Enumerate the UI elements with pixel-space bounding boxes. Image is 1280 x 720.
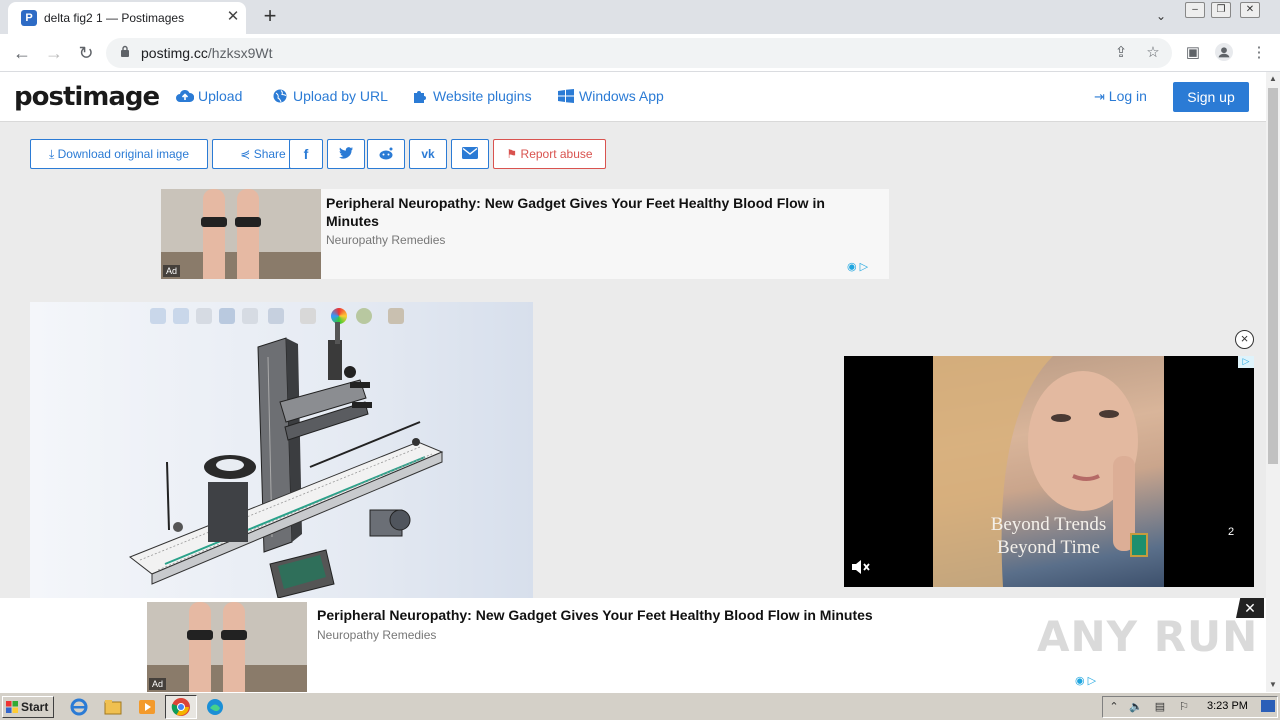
main-image[interactable]	[30, 302, 533, 602]
tab-title: delta fig2 1 — Postimages	[44, 11, 185, 25]
tab-strip: P delta fig2 1 — Postimages ✕ + ⌄ – ❐ ✕	[0, 0, 1280, 34]
adchoices-icon[interactable]: ◉ ▷	[847, 260, 868, 273]
page-scrollbar[interactable]: ▲ ▼	[1266, 72, 1280, 692]
signup-button[interactable]: Sign up	[1173, 82, 1249, 112]
system-tray: ⌃ 🔈 ▤ ⚐ 3:23 PM	[1102, 696, 1278, 718]
edge-icon[interactable]	[204, 697, 226, 717]
video-ad-model-image: Beyond Trends Beyond Time	[933, 356, 1164, 587]
chrome-icon	[171, 698, 190, 716]
back-arrow-icon[interactable]: ←	[10, 41, 34, 65]
site-header: postimage Upload Upload by URL Website p…	[0, 72, 1266, 122]
video-ad-close-button[interactable]: ×	[1235, 330, 1254, 349]
vk-icon: vk	[421, 147, 435, 161]
network-icon[interactable]: ▤	[1153, 700, 1167, 714]
video-ad[interactable]: Beyond Trends Beyond Time 2	[844, 356, 1254, 587]
url-text: postimg.cc/hzksx9Wt	[141, 45, 273, 61]
bottom-ad-legs-image: Ad	[147, 602, 307, 692]
video-ad-tagline-1: Beyond Trends	[990, 514, 1107, 535]
postimage-logo[interactable]: postimage	[14, 82, 160, 112]
share-icon: ⋞	[240, 147, 251, 161]
windows-icon	[558, 89, 574, 103]
anyrun-watermark: ANY RUN	[1037, 612, 1259, 661]
sign-in-icon: ⇥	[1094, 89, 1105, 104]
twitter-icon	[339, 147, 353, 159]
browser-toolbar: ← → ↻ postimg.cc/hzksx9Wt ⇪ ☆ ▣ ⋮	[0, 34, 1280, 72]
side-panel-icon[interactable]: ▣	[1184, 44, 1202, 62]
flag-icon: ⚑	[506, 147, 518, 161]
report-abuse-button[interactable]: ⚑ Report abuse	[493, 139, 606, 169]
scrollbar-thumb[interactable]	[1268, 88, 1278, 464]
video-ad-tagline-2: Beyond Time	[997, 537, 1100, 558]
window-minimize-button[interactable]: –	[1185, 2, 1205, 18]
download-original-button[interactable]: ⤓ Download original image	[30, 139, 208, 169]
twitter-share-button[interactable]	[327, 139, 365, 169]
address-bar[interactable]: postimg.cc/hzksx9Wt ⇪ ☆	[106, 38, 1172, 68]
tab-close-button[interactable]: ✕	[224, 8, 242, 26]
nav-upload-by-url[interactable]: Upload by URL	[271, 88, 388, 104]
nav-windows-app[interactable]: Windows App	[557, 88, 664, 104]
tray-expand-icon[interactable]: ⌃	[1107, 700, 1121, 714]
share-page-icon[interactable]: ⇪	[1112, 44, 1130, 62]
envelope-icon	[462, 147, 478, 159]
video-ad-counter: 2	[1228, 526, 1235, 538]
ad-headline[interactable]: Peripheral Neuropathy: New Gadget Gives …	[326, 194, 866, 230]
facebook-share-button[interactable]: f	[289, 139, 323, 169]
postimages-favicon-icon: P	[21, 10, 37, 26]
globe-icon	[273, 89, 287, 103]
cloud-upload-icon	[176, 89, 194, 102]
media-player-icon[interactable]	[136, 697, 158, 717]
forward-arrow-icon[interactable]: →	[42, 41, 66, 65]
file-explorer-icon[interactable]	[102, 697, 124, 717]
lock-icon	[121, 45, 129, 57]
bottom-ad-headline[interactable]: Peripheral Neuropathy: New Gadget Gives …	[317, 606, 873, 624]
new-tab-button[interactable]: +	[258, 4, 282, 28]
reddit-icon	[379, 147, 393, 160]
reload-icon[interactable]: ↻	[74, 41, 98, 65]
email-share-button[interactable]	[451, 139, 489, 169]
reddit-share-button[interactable]	[367, 139, 405, 169]
page-viewport: postimage Upload Upload by URL Website p…	[0, 72, 1266, 692]
browser-menu-icon[interactable]: ⋮	[1250, 44, 1268, 62]
video-adchoices-icon[interactable]: ▷	[1238, 356, 1254, 368]
nav-website-plugins[interactable]: Website plugins	[411, 88, 532, 104]
window-restore-button[interactable]: ❐	[1211, 2, 1231, 18]
action-center-flag-icon[interactable]: ⚐	[1177, 700, 1191, 714]
bookmark-star-icon[interactable]: ☆	[1144, 44, 1162, 62]
bottom-adchoices-icon[interactable]: ◉ ▷	[1075, 674, 1096, 687]
volume-icon[interactable]: 🔈	[1129, 700, 1143, 714]
login-link[interactable]: ⇥ Log in	[1094, 88, 1147, 105]
ad-legs-image: Ad	[161, 189, 321, 279]
download-icon: ⤓	[48, 147, 55, 161]
top-ad-banner[interactable]: Ad Peripheral Neuropathy: New Gadget Giv…	[161, 189, 889, 279]
bottom-ad-advertiser: Neuropathy Remedies	[317, 628, 437, 642]
taskbar-clock[interactable]: 3:23 PM	[1207, 700, 1248, 712]
muted-speaker-icon[interactable]	[850, 558, 872, 580]
windows-flag-icon	[6, 701, 18, 713]
ad-advertiser: Neuropathy Remedies	[326, 233, 446, 247]
internet-explorer-icon[interactable]	[68, 697, 90, 717]
taskbar-chrome-active[interactable]	[165, 695, 197, 719]
bottom-ad-label: Ad	[149, 678, 167, 690]
scroll-up-arrow-icon[interactable]: ▲	[1266, 72, 1280, 86]
windows-taskbar: Start ⌃ 🔈 ▤ ⚐ 3:23 PM	[0, 692, 1280, 720]
nav-upload[interactable]: Upload	[176, 88, 242, 104]
window-close-button[interactable]: ✕	[1240, 2, 1260, 18]
facebook-icon: f	[303, 146, 309, 162]
ad-label: Ad	[163, 265, 181, 277]
show-desktop-icon[interactable]	[1261, 700, 1275, 712]
browser-tab[interactable]: P delta fig2 1 — Postimages ✕	[8, 2, 246, 34]
profile-avatar-icon[interactable]	[1215, 43, 1233, 61]
puzzle-icon	[414, 91, 426, 103]
vk-share-button[interactable]: vk	[409, 139, 447, 169]
scroll-down-arrow-icon[interactable]: ▼	[1266, 678, 1280, 692]
conveyor-machine-drawing	[129, 322, 444, 599]
start-button[interactable]: Start	[2, 696, 54, 718]
tab-search-chevron-icon[interactable]: ⌄	[1150, 6, 1172, 26]
